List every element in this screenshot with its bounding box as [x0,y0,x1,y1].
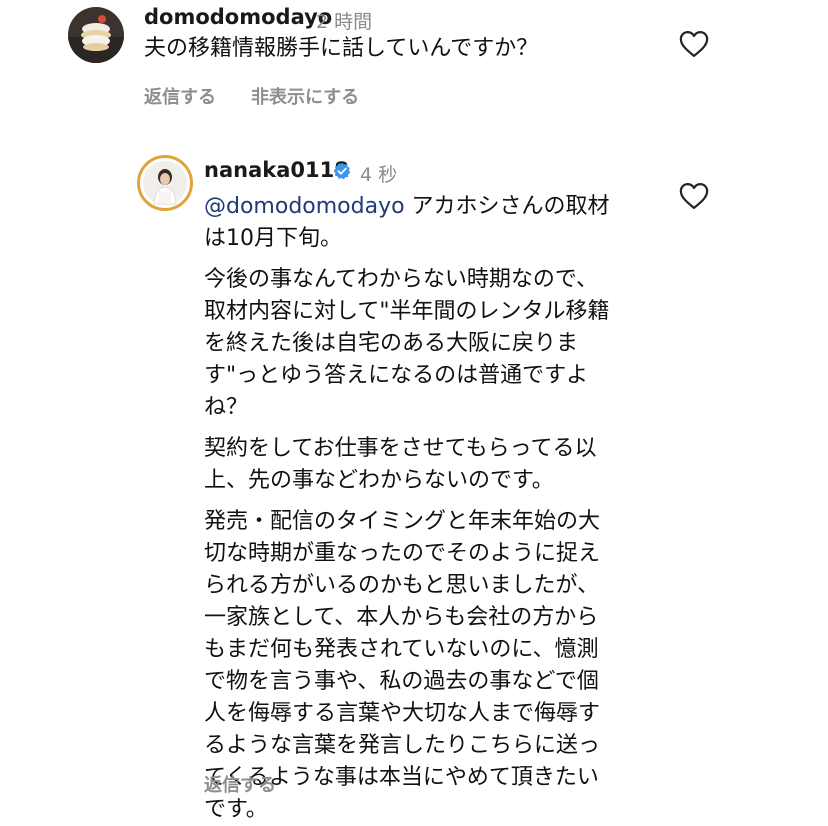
reply-paragraph-1: @domodomodayo アカホシさんの取材 は10月下旬。 [204,191,610,255]
reply-line: 契約をしてお仕事をさせてもらってる以 [204,436,597,461]
reply-line: で物を言う事や、私の過去の事などで個 [204,669,599,694]
mention-link[interactable]: @domodomodayo [204,194,405,219]
reply-line: 取材内容に対して"半年間のレンタル移籍 [204,299,610,324]
hide-button[interactable]: 非表示にする [251,83,359,109]
reply-line: るような言葉を発言したりこちらに送っ [204,733,601,758]
reply-line: です。 [204,797,268,822]
reply-paragraph-3: 契約をしてお仕事をさせてもらってる以 上、先の事などわからないのです。 [204,433,610,497]
verified-badge-icon [333,162,351,180]
avatar-image [143,161,187,205]
reply-line: を終えた後は自宅のある大阪に戻りま [204,331,579,356]
reply-line: 一家族として、本人からも会社の方から [204,605,599,630]
comment-text: 夫の移籍情報勝手に話していんですか？ [144,36,539,61]
heart-outline-icon[interactable] [679,182,709,210]
avatar[interactable] [137,155,193,211]
comment-timestamp: 4 秒 [360,164,398,186]
avatar[interactable] [68,7,124,63]
reply-line: 発売・配信のタイミングと年末年始の大 [204,509,601,534]
avatar-image [68,7,124,63]
comment-username[interactable]: domodomodayo [144,5,332,29]
comment-username[interactable]: nanaka0118 [204,158,349,182]
reply-line: られる方がいるのかもと思いましたが、 [204,573,600,598]
reply-line: もまだ何も発表されていないのに、憶測 [204,637,599,662]
reply-button[interactable]: 返信する [144,83,216,109]
reply-line: ね？ [204,395,249,420]
reply-line: 人を侮辱する言葉や大切な人まで侮辱す [204,701,601,726]
reply-line: す"っとゆう答えになるのは普通ですよ [204,363,589,388]
comment-timestamp: 2 時間 [316,11,373,33]
reply-paragraph-2: 今後の事なんてわからない時期なので、 取材内容に対して"半年間のレンタル移籍 を… [204,264,610,424]
reply-button[interactable]: 返信する [204,771,276,797]
reply-line: 今後の事なんてわからない時期なので、 [204,267,599,292]
reply-line: は10月下旬。 [204,226,342,251]
heart-outline-icon[interactable] [679,30,709,58]
reply-line: 上、先の事などわからないのです。 [204,468,554,493]
reply-line: アカホシさんの取材 [404,194,610,219]
reply-line: 切な時期が重なったのでそのように捉え [204,541,601,566]
reply-text: @domodomodayo アカホシさんの取材 は10月下旬。 今後の事なんてわ… [204,191,610,826]
